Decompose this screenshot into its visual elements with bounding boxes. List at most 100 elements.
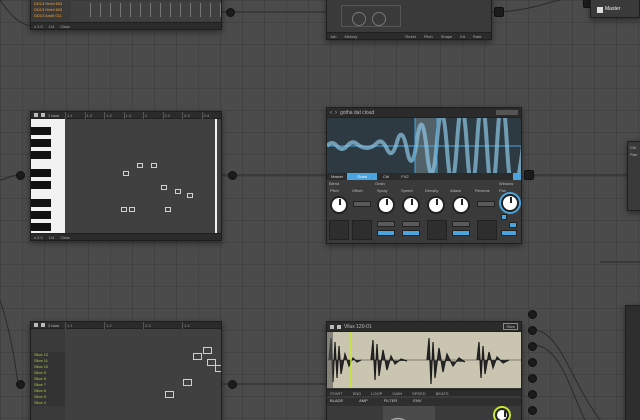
footer-text[interactable]: GAIN [392,391,402,396]
input-port[interactable] [16,380,25,389]
mod-slot[interactable] [477,220,497,240]
right-bottom-node[interactable] [625,305,640,420]
spray-knob[interactable] [377,196,395,214]
footer-text[interactable]: Kit [460,34,465,39]
tab-blade[interactable]: BLADE [330,398,343,406]
midi-note[interactable] [161,185,167,190]
step-grid[interactable]: 1.1 1.2 1.3 1.4 [65,322,222,420]
port[interactable] [528,342,537,351]
back-icon[interactable]: ‹ [330,110,332,116]
mod-button[interactable] [402,230,420,236]
midi-note[interactable] [165,207,171,212]
input-port[interactable] [16,171,25,180]
master-node[interactable]: Master [590,0,640,18]
tab-filter[interactable]: FILTER [384,398,397,406]
footer-text[interactable]: END [353,391,361,396]
offset-button[interactable] [353,201,371,207]
granular-node[interactable]: ‹ › gotha dat cloud Master Grain Ctrl FX… [326,107,522,244]
tab-env[interactable]: ENV [413,398,421,406]
stop-icon[interactable] [41,113,45,117]
tab-fx2[interactable]: FX2 [395,173,414,180]
midi-note[interactable] [123,171,129,176]
midi-note[interactable] [121,207,127,212]
footer-text[interactable]: Reset [405,34,415,39]
play-icon[interactable] [34,323,38,327]
forward-icon[interactable]: › [335,110,337,116]
footer-text[interactable]: Shape [441,34,453,39]
clip-grid[interactable] [71,1,221,21]
slice-tag[interactable]: Slice [503,323,518,330]
port[interactable] [528,406,537,415]
footer-text[interactable]: Melody [344,34,357,39]
midi-note[interactable] [129,207,135,212]
midi-note[interactable] [175,189,181,194]
footer-text[interactable]: x 2.0 [34,235,43,240]
pan-knob[interactable] [501,194,519,212]
clip-label[interactable]: DD13 Andit 011 [31,13,69,19]
right-edge-node[interactable]: Ctrl Pan [627,141,640,211]
mod-slot[interactable] [352,220,372,240]
step-note[interactable] [221,371,222,378]
amp-knob[interactable] [495,408,509,420]
footer-text[interactable]: SPEED [412,391,426,396]
port[interactable] [528,374,537,383]
mod-button[interactable] [402,221,420,227]
output-port[interactable] [494,7,504,17]
stop-icon[interactable] [41,323,45,327]
sample-waveform[interactable] [327,332,521,388]
play-icon[interactable] [330,324,334,329]
mod-button[interactable] [377,230,395,236]
midi-note[interactable] [151,163,157,168]
mod-slot[interactable] [427,220,447,240]
tab-grain[interactable]: Grain [347,173,378,180]
top-left-clip-node[interactable]: DD13 Hinbl 603 DD13 Hinbl 603 DD13 Andit… [30,0,222,30]
mod-button[interactable] [452,230,470,236]
preset-field[interactable] [496,110,518,115]
midi-note[interactable] [137,163,143,168]
mod-slot[interactable] [329,220,349,240]
sampler-node[interactable]: Vilux 120-01 Slice START END LOOP GAIN S… [326,321,522,420]
play-icon[interactable] [34,113,38,117]
output-port[interactable] [228,171,237,180]
output-port[interactable] [226,8,235,17]
port[interactable] [528,326,537,335]
envelope-display[interactable] [383,406,435,420]
port[interactable] [528,358,537,367]
mod-button[interactable] [377,221,395,227]
port[interactable] [528,310,537,319]
top-mid-node[interactable]: Jab Melody Reset Pitch Shape Kit Rate [326,0,492,40]
pitch-knob[interactable] [330,196,348,214]
tab-master[interactable]: Master [327,173,347,180]
footer-text[interactable]: START [330,391,343,396]
port[interactable] [528,390,537,399]
playhead[interactable] [215,119,217,233]
step-note[interactable] [183,379,192,386]
output-port[interactable] [524,170,534,180]
footer-text[interactable]: Clear [60,235,70,240]
footer-text[interactable]: Jab [330,34,336,39]
reverse-button[interactable] [477,201,495,207]
drum-clip-node[interactable]: 2 bars Slice 12 Slice 11 Slice 10 Slice … [30,321,222,420]
note-grid[interactable]: 1.1 1.2 1.3 1.4 2 2.2 2.3 2.4 [65,112,221,233]
step-note[interactable] [203,347,212,354]
step-note[interactable] [165,391,174,398]
tab-amp[interactable]: AMP [359,398,368,406]
footer-text[interactable]: 1/4 [49,235,55,240]
pan-mod-button[interactable] [501,230,517,236]
footer-text[interactable]: Clear [60,24,70,29]
footer-text[interactable]: Rate [473,34,481,39]
stop-icon[interactable] [337,324,341,329]
midi-note[interactable] [187,193,193,198]
attack-knob[interactable] [452,196,470,214]
tab-ctrl[interactable]: Ctrl [377,173,395,180]
speed-knob[interactable] [402,196,420,214]
footer-text[interactable]: 1/4 [49,24,55,29]
waveform-display[interactable] [327,108,521,192]
pan-mod-button[interactable] [509,222,517,228]
step-note[interactable] [193,353,202,360]
pan-mod-button[interactable] [501,214,507,220]
density-knob[interactable] [427,196,445,214]
footer-text[interactable]: x 2.0 [34,24,43,29]
piano-roll-node[interactable]: 1 bars 1.1 1.2 1.3 1.4 2 2.2 2.3 2.4 x 2.0 1… [30,111,222,241]
footer-text[interactable]: BEATS [436,391,449,396]
